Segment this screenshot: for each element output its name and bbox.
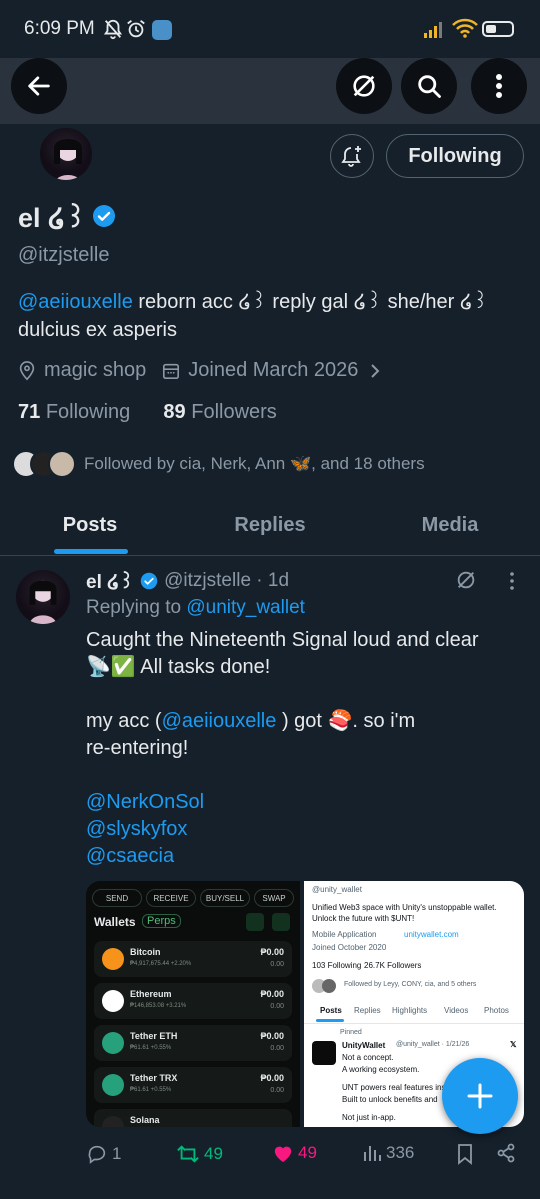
- ethereum-icon: [102, 990, 124, 1012]
- followers-count-link[interactable]: 89 Followers: [163, 401, 276, 423]
- notifications-bell-button[interactable]: [330, 134, 374, 178]
- tweet-header: el ໒꒱ @itzjstelle · 1d: [86, 568, 289, 594]
- settings-icon: [272, 913, 290, 931]
- display-name: el ໒꒱: [18, 203, 87, 233]
- wallet-tab-swap: SWAP: [254, 889, 294, 907]
- wallets-label: Wallets: [94, 915, 136, 929]
- replying-to: Replying to @unity_wallet: [86, 597, 305, 618]
- profile-location: magic shop: [44, 359, 147, 381]
- tab-posts[interactable]: Posts: [0, 500, 180, 555]
- following-button[interactable]: Following: [386, 134, 524, 178]
- display-name-row: el ໒꒱: [18, 198, 116, 234]
- tweet-mention-link[interactable]: @slyskyfox: [86, 816, 516, 843]
- location-pin-icon: [18, 360, 36, 381]
- active-tab-indicator: [54, 549, 128, 554]
- views-button[interactable]: 336: [362, 1143, 414, 1163]
- followed-by-row[interactable]: Followed by cia, Nerk, Ann 🦋, and 18 oth…: [12, 450, 425, 478]
- profile-bio: @aeiiouxelle reborn acc ໒꒱ reply gal ໒꒱ …: [18, 288, 518, 344]
- replying-to-link[interactable]: @unity_wallet: [186, 597, 305, 618]
- bitcoin-icon: [102, 948, 124, 970]
- heart-icon: [272, 1143, 294, 1163]
- profile-joined: Joined March 2026: [188, 359, 359, 381]
- back-button[interactable]: [11, 58, 67, 114]
- more-options-button[interactable]: [471, 58, 527, 114]
- bell-plus-icon: [340, 144, 364, 168]
- wallet-row: Bitcoin ₱4,917,675.44 +2.20% ₱0.00 0.00: [94, 941, 292, 977]
- profile-avatar[interactable]: [38, 126, 94, 182]
- verified-badge-icon: [140, 572, 158, 590]
- tweet-text: Caught the Nineteenth Signal loud and cl…: [86, 627, 516, 870]
- wallet-row: Ethereum ₱146,853.08 +3.21% ₱0.00 0.00: [94, 983, 292, 1019]
- tweet-mention-link[interactable]: @csaecia: [86, 843, 516, 870]
- tweet-mention-link[interactable]: @aeiiouxelle: [162, 710, 277, 732]
- tweet-line: re-entering!: [86, 737, 189, 759]
- tweet-actions: 1 49 49 336: [86, 1141, 526, 1169]
- wallet-row: Tether TRX ₱61.61 +0.55% ₱0.00 0.00: [94, 1067, 292, 1103]
- followed-by-text: Followed by cia, Nerk, Ann 🦋, and 18 oth…: [84, 454, 425, 473]
- grok-button[interactable]: [336, 58, 392, 114]
- more-vertical-icon: [495, 73, 503, 99]
- profile-handle: @itzjstelle: [18, 244, 110, 266]
- follow-counts: 71 Following 89 Followers: [18, 401, 277, 424]
- perps-label: Perps: [142, 914, 181, 928]
- bookmark-button[interactable]: [456, 1143, 474, 1165]
- tweet-line: Caught the Nineteenth Signal loud and cl…: [86, 629, 479, 651]
- grok-icon: [350, 72, 378, 100]
- bookmark-icon: [456, 1143, 474, 1165]
- reply-button[interactable]: 1: [86, 1143, 121, 1165]
- profile-meta-row: magic shop Joined March 2026: [18, 359, 380, 382]
- tweet-line: my acc (@aeiiouxelle ) got 🍣. so i'm: [86, 710, 416, 732]
- wallet-tab-send: SEND: [92, 889, 142, 907]
- tether-icon: [102, 1032, 124, 1054]
- wallet-tab-receive: RECEIVE: [146, 889, 196, 907]
- tweet-handle-time: @itzjstelle · 1d: [164, 570, 290, 591]
- tweet-author-name[interactable]: el ໒꒱: [86, 568, 134, 594]
- solana-icon: [102, 1116, 124, 1127]
- profile-banner: [0, 58, 540, 124]
- wallet-row: Tether ETH ₱61.61 +0.55% ₱0.00 0.00: [94, 1025, 292, 1061]
- bio-mention-link[interactable]: @aeiiouxelle: [18, 291, 133, 313]
- mute-notifications-icon: [102, 18, 124, 40]
- tweet-image-wallet[interactable]: SEND RECEIVE BUY/SELL SWAP Wallets Perps…: [86, 881, 300, 1127]
- hide-icon: [246, 913, 264, 931]
- tether-icon: [102, 1074, 124, 1096]
- wallet-tab-buysell: BUY/SELL: [200, 889, 250, 907]
- verified-badge-icon: [92, 204, 116, 228]
- profile-tabs: Posts Replies Media: [0, 500, 540, 556]
- wifi-icon: [451, 18, 479, 38]
- views-chart-icon: [362, 1143, 382, 1163]
- grok-icon[interactable]: [455, 569, 477, 591]
- compose-post-button[interactable]: [442, 1058, 518, 1134]
- retweet-button[interactable]: 49: [176, 1143, 223, 1165]
- tweet-avatar[interactable]: [16, 570, 70, 624]
- search-button[interactable]: [401, 58, 457, 114]
- like-button[interactable]: 49: [272, 1143, 317, 1163]
- plus-icon: [465, 1081, 495, 1111]
- tweet-more-icon[interactable]: [509, 572, 515, 590]
- battery-icon: [482, 21, 514, 37]
- status-bar: 6:09 PM: [0, 0, 540, 58]
- back-arrow-icon: [25, 72, 53, 100]
- tweet-mention-link[interactable]: @NerkOnSol: [86, 789, 516, 816]
- search-icon: [415, 72, 443, 100]
- status-time: 6:09 PM: [24, 18, 95, 39]
- calendar-icon: [162, 362, 180, 380]
- share-button[interactable]: [496, 1143, 516, 1163]
- wallet-row: Solana: [94, 1109, 292, 1127]
- cellular-signal-icon: [424, 20, 446, 38]
- following-count-link[interactable]: 71 Following: [18, 401, 130, 423]
- alarm-icon: [125, 18, 147, 40]
- retweet-icon: [176, 1143, 200, 1165]
- tweet-line: 📡✅ All tasks done!: [86, 656, 271, 678]
- chevron-right-icon[interactable]: [370, 363, 380, 379]
- share-icon: [496, 1143, 516, 1163]
- app-notification-icon: [152, 20, 172, 40]
- tab-media[interactable]: Media: [360, 500, 540, 555]
- reply-icon: [86, 1143, 108, 1165]
- tab-replies[interactable]: Replies: [180, 500, 360, 555]
- follower-avatar: [48, 450, 76, 478]
